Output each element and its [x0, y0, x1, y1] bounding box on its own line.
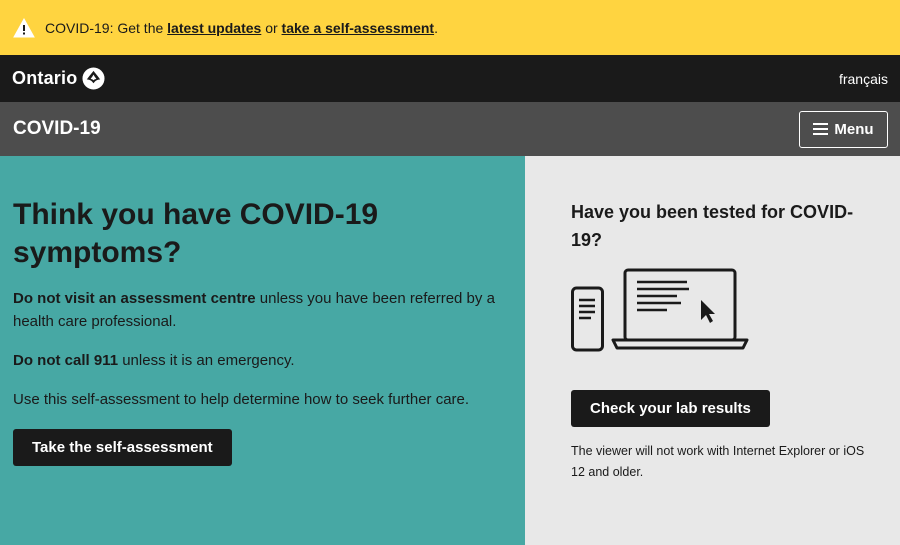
latest-updates-link[interactable]: latest updates — [167, 20, 261, 36]
browser-compatibility-note: The viewer will not work with Internet E… — [571, 444, 865, 479]
assessment-centre-bold: Do not visit an assessment centre — [13, 290, 256, 307]
covid-alert-banner: COVID-19: Get the latest updates or take… — [0, 0, 900, 55]
brand-name: Ontario — [12, 68, 78, 88]
alert-suffix: . — [434, 19, 438, 36]
language-toggle-link[interactable]: français — [839, 71, 888, 87]
alert-text: COVID-19: Get the latest updates or take… — [45, 20, 438, 36]
lab-results-panel: Have you been tested for COVID-19? Check… — [525, 156, 900, 545]
site-title: COVID-19 — [13, 118, 101, 139]
ontario-logo[interactable]: Ontario — [12, 67, 105, 90]
self-assessment-link[interactable]: take a self-assessment — [282, 20, 435, 36]
phone-and-laptop-icon — [571, 268, 749, 352]
menu-button[interactable]: Menu — [799, 110, 888, 148]
main-content: Think you have COVID-19 symptoms? Do not… — [0, 156, 900, 545]
check-lab-results-button[interactable]: Check your lab results — [571, 390, 770, 427]
tested-heading: Have you been tested for COVID-19? — [571, 202, 854, 250]
ontario-header: Ontario français — [0, 55, 900, 102]
call-911-rest: unless it is an emergency. — [118, 352, 295, 369]
covid-subheader: COVID-19 Menu — [0, 102, 900, 156]
alert-prefix: COVID-19: Get the — [45, 19, 168, 36]
trillium-icon — [82, 67, 105, 90]
alert-middle: or — [261, 19, 282, 36]
self-assessment-paragraph: Use this self-assessment to help determi… — [13, 391, 470, 408]
call-911-paragraph: Do not call 911 unless it is an emergenc… — [13, 349, 512, 372]
symptoms-heading: Think you have COVID-19 symptoms? — [13, 198, 379, 269]
hamburger-icon — [813, 123, 829, 135]
assessment-centre-paragraph: Do not visit an assessment centre unless… — [13, 287, 512, 333]
self-assessment-panel: Think you have COVID-19 symptoms? Do not… — [0, 156, 525, 545]
menu-label: Menu — [834, 120, 874, 138]
call-911-bold: Do not call 911 — [13, 352, 119, 369]
take-self-assessment-button[interactable]: Take the self-assessment — [13, 429, 232, 466]
warning-icon — [13, 17, 35, 37]
